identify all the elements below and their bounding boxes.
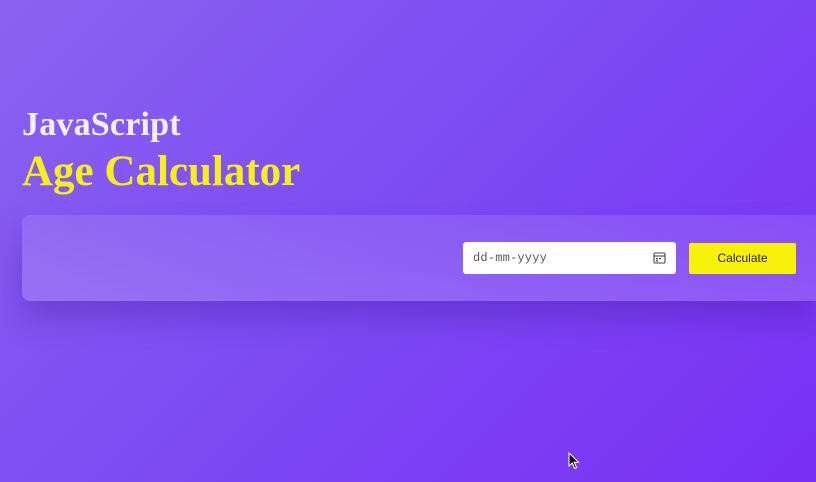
birth-date-input[interactable]: dd-mm-yyyy: [463, 242, 676, 274]
title-line-javascript: JavaScript: [22, 106, 181, 143]
page-title: JavaScript Age Calculator: [22, 106, 301, 195]
date-placeholder: dd-mm-yyyy: [473, 251, 548, 265]
calculator-panel: dd-mm-yyyy Calculate: [22, 215, 816, 301]
mouse-pointer-icon: [568, 452, 580, 470]
calendar-icon[interactable]: [653, 251, 666, 264]
title-line-age-calculator: Age Calculator: [22, 148, 301, 195]
calculate-button[interactable]: Calculate: [689, 243, 796, 274]
